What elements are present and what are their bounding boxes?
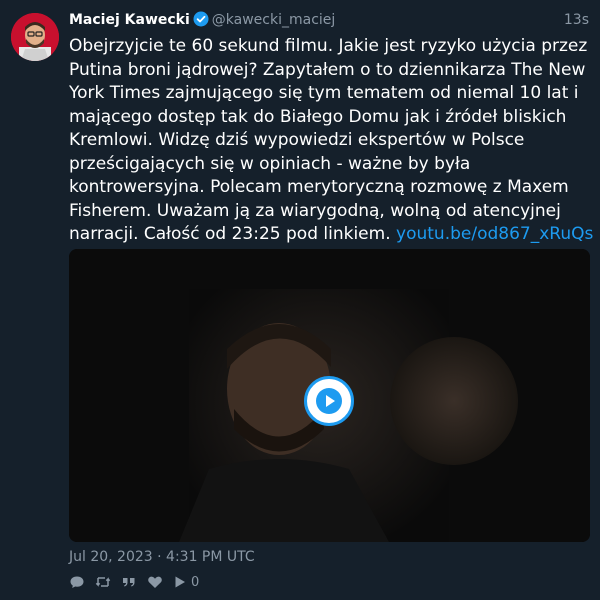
video-player[interactable] bbox=[69, 249, 590, 542]
verified-badge-icon bbox=[193, 11, 209, 27]
author-handle[interactable]: @kawecki_maciej bbox=[212, 12, 336, 28]
tweet-link[interactable]: youtu.be/od867_xRuQs bbox=[396, 224, 593, 244]
tweet-actions: 0 bbox=[69, 573, 209, 591]
tweet-header: Maciej Kawecki @kawecki_maciej 13s bbox=[69, 10, 589, 30]
tweet-time[interactable]: 13s bbox=[564, 10, 589, 30]
tweet-date[interactable]: Jul 20, 2023 · 4:31 PM UTC bbox=[69, 547, 255, 567]
tweet-text: Obejrzyjcie te 60 sekund filmu. Jakie je… bbox=[69, 35, 599, 247]
quote-icon bbox=[123, 578, 135, 587]
heart-icon bbox=[148, 576, 162, 588]
avatar[interactable] bbox=[11, 13, 59, 61]
retweet-icon bbox=[95, 577, 111, 587]
reply-icon bbox=[70, 576, 84, 588]
play-button[interactable] bbox=[304, 376, 354, 426]
views-icon bbox=[175, 576, 185, 588]
tweet-body: Obejrzyjcie te 60 sekund filmu. Jakie je… bbox=[69, 36, 588, 244]
views-count: 0 bbox=[191, 574, 200, 590]
retweet-button[interactable] bbox=[95, 574, 111, 590]
tweet: Maciej Kawecki @kawecki_maciej 13s Obejrz… bbox=[0, 0, 600, 600]
quote-button[interactable] bbox=[121, 574, 137, 590]
views-button[interactable]: 0 bbox=[173, 575, 199, 590]
like-button[interactable] bbox=[147, 574, 163, 590]
author-name[interactable]: Maciej Kawecki bbox=[69, 12, 190, 28]
play-icon bbox=[316, 388, 342, 414]
reply-button[interactable] bbox=[69, 574, 85, 590]
